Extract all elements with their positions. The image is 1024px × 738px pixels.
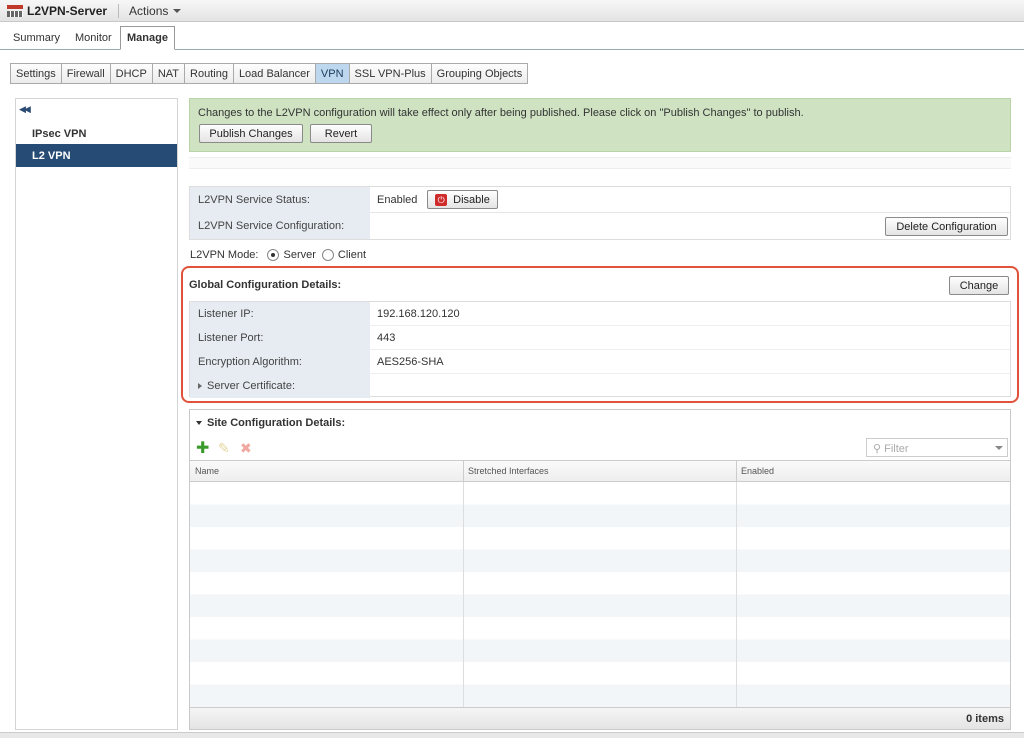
revert-button[interactable]: Revert	[310, 124, 372, 143]
tab-manage[interactable]: Manage	[120, 26, 175, 50]
service-config-row: L2VPN Service Configuration: Delete Conf…	[190, 213, 1010, 239]
subtab-dhcp[interactable]: DHCP	[110, 64, 153, 83]
server-radio-label[interactable]: Server	[283, 249, 315, 261]
grid-body	[190, 482, 1010, 707]
subtab-grouping-objects[interactable]: Grouping Objects	[431, 64, 528, 83]
server-certificate-text: Server Certificate:	[207, 380, 296, 392]
table-row: Encryption Algorithm: AES256-SHA	[190, 350, 1010, 374]
service-status-row: L2VPN Service Status: Enabled ⏻ Disable	[190, 187, 1010, 213]
publish-banner: Changes to the L2VPN configuration will …	[189, 98, 1011, 152]
l2vpn-mode: L2VPN Mode: Server Client	[190, 249, 366, 261]
listener-port-value: 443	[377, 332, 396, 344]
filter-input[interactable]: ⚲ Filter	[866, 438, 1008, 457]
chevron-down-icon[interactable]	[995, 446, 1003, 450]
banner-message: Changes to the L2VPN configuration will …	[198, 107, 804, 119]
site-config-title: Site Configuration Details:	[207, 417, 346, 429]
server-certificate-label[interactable]: Server Certificate:	[190, 374, 370, 398]
item-count: 0 items	[966, 713, 1004, 725]
service-status-label: L2VPN Service Status:	[190, 187, 370, 213]
global-config-table: Listener IP: 192.168.120.120 Listener Po…	[189, 301, 1011, 398]
column-name[interactable]: Name	[195, 466, 219, 476]
site-config-header[interactable]: Site Configuration Details:	[190, 410, 1010, 436]
expand-icon[interactable]	[198, 383, 202, 389]
filter-placeholder: Filter	[884, 443, 909, 455]
collapse-icon[interactable]: ◀◀	[19, 104, 31, 115]
service-config-label: L2VPN Service Configuration:	[190, 213, 370, 239]
subtab-load-balancer[interactable]: Load Balancer	[233, 64, 316, 83]
publish-changes-button[interactable]: Publish Changes	[199, 124, 303, 143]
subtab-routing[interactable]: Routing	[185, 64, 234, 83]
window-title: L2VPN-Server	[27, 3, 120, 18]
actions-menu[interactable]: Actions	[129, 3, 182, 18]
column-divider[interactable]	[463, 461, 464, 481]
server-radio[interactable]	[267, 249, 280, 261]
add-icon[interactable]: ✚	[196, 438, 209, 458]
edit-icon[interactable]: ✎	[218, 440, 230, 457]
tab-summary[interactable]: Summary	[7, 27, 66, 49]
client-radio-label[interactable]: Client	[338, 249, 366, 261]
column-divider	[463, 482, 464, 707]
column-stretched-interfaces[interactable]: Stretched Interfaces	[468, 466, 549, 476]
site-toolbar: ✚ ✎ ✖ ⚲ Filter	[190, 436, 1010, 460]
disable-label: Disable	[453, 193, 490, 206]
listener-ip-value: 192.168.120.120	[377, 308, 460, 320]
subtab-vpn[interactable]: VPN	[315, 64, 350, 83]
service-status-value: Enabled	[377, 194, 418, 206]
column-divider[interactable]	[736, 461, 737, 481]
service-status-table: L2VPN Service Status: Enabled ⏻ Disable …	[189, 186, 1011, 240]
search-icon: ⚲	[873, 443, 882, 455]
delete-icon[interactable]: ✖	[240, 440, 252, 457]
grid-header: Name Stretched Interfaces Enabled	[190, 460, 1010, 482]
sidebar: ◀◀ IPsec VPN L2 VPN	[15, 98, 178, 730]
grid-footer: 0 items	[190, 707, 1010, 729]
tab-monitor[interactable]: Monitor	[69, 27, 118, 49]
sidebar-item-ipsec-vpn[interactable]: IPsec VPN	[16, 122, 177, 145]
mode-label: L2VPN Mode:	[190, 249, 259, 261]
encryption-algorithm-label: Encryption Algorithm:	[190, 350, 370, 374]
table-row: Listener Port: 443	[190, 326, 1010, 350]
table-row: Listener IP: 192.168.120.120	[190, 302, 1010, 326]
listener-ip-label: Listener IP:	[190, 302, 370, 326]
edge-gateway-icon	[7, 4, 23, 17]
title-bar: L2VPN-Server Actions	[0, 0, 1024, 22]
encryption-algorithm-value: AES256-SHA	[377, 356, 444, 368]
change-button[interactable]: Change	[949, 276, 1009, 295]
subtab-nat[interactable]: NAT	[152, 64, 186, 83]
subtab-settings[interactable]: Settings	[11, 64, 62, 83]
main-tabs: Summary Monitor Manage	[0, 22, 1024, 50]
bottom-bar	[0, 732, 1024, 738]
table-row[interactable]: Server Certificate:	[190, 374, 1010, 398]
delete-configuration-button[interactable]: Delete Configuration	[885, 217, 1008, 236]
site-config-panel: Site Configuration Details: ✚ ✎ ✖ ⚲ Filt…	[189, 409, 1011, 730]
client-radio[interactable]	[321, 249, 334, 261]
subtab-firewall[interactable]: Firewall	[61, 64, 111, 83]
chevron-down-icon	[173, 8, 182, 13]
collapse-triangle-icon[interactable]	[196, 421, 202, 425]
column-enabled[interactable]: Enabled	[741, 466, 774, 476]
sub-tabs: Settings Firewall DHCP NAT Routing Load …	[10, 63, 529, 84]
subtab-ssl-vpn-plus[interactable]: SSL VPN-Plus	[349, 64, 432, 83]
power-icon: ⏻	[435, 193, 448, 206]
listener-port-label: Listener Port:	[190, 326, 370, 350]
global-config-title: Global Configuration Details:	[189, 279, 342, 291]
sidebar-item-l2-vpn[interactable]: L2 VPN	[16, 144, 177, 167]
disable-button[interactable]: ⏻ Disable	[427, 190, 498, 209]
column-divider	[736, 482, 737, 707]
global-config-header: Global Configuration Details:	[189, 274, 1011, 296]
actions-label: Actions	[129, 3, 169, 18]
divider	[189, 157, 1011, 169]
